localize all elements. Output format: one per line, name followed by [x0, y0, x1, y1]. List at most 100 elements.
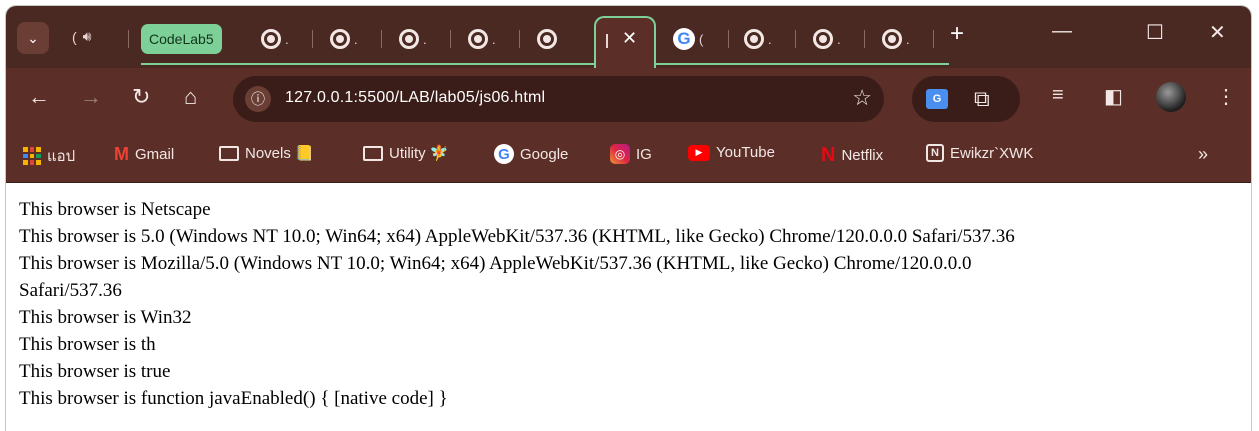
forward-icon[interactable]: → [80, 84, 102, 110]
translate-icon[interactable]: G [926, 89, 948, 109]
output-line: This browser is Win32 [19, 307, 192, 328]
instagram-icon: ◎ [610, 144, 630, 164]
tab-separator [519, 30, 520, 48]
bookmark-label: Google [520, 145, 569, 163]
tab-label: . [423, 31, 427, 47]
bookmark-ig[interactable]: ◎ IG [610, 144, 652, 164]
tab-active[interactable]: ✕ [594, 16, 656, 70]
output-line: This browser is true [19, 361, 171, 382]
bookmark-label: Utility 🧚 [389, 145, 449, 162]
bookmark-label: แอป [47, 148, 76, 165]
bookmark-notion[interactable]: N Ewikzr`XWK [926, 144, 1033, 162]
url-text[interactable]: 127.0.0.1:5500/LAB/lab05/js06.html [285, 89, 545, 107]
reload-icon[interactable]: ↻ [132, 84, 150, 110]
tab-separator [728, 30, 729, 48]
tab-group-chip[interactable]: CodeLab5 [141, 24, 222, 54]
apps-icon [23, 147, 41, 165]
netflix-icon: N [821, 144, 836, 166]
new-tab-button[interactable]: + [950, 20, 964, 48]
tab-separator [795, 30, 796, 48]
bookmark-label: YouTube [716, 144, 775, 161]
tab-item[interactable]: . [468, 26, 496, 52]
site-info-icon[interactable]: ⓘ [245, 86, 271, 112]
bookmark-folder-novels[interactable]: Novels 📒 [219, 144, 314, 162]
extensions-puzzle-icon[interactable]: ⧉ [974, 86, 990, 112]
audio-tab-label: ( [72, 28, 77, 45]
tab-separator [381, 30, 382, 48]
bookmark-google[interactable]: G Google [494, 144, 568, 164]
maximize-button[interactable]: ☐ [1146, 20, 1164, 45]
notion-icon: N [926, 144, 944, 162]
globe-icon [330, 29, 350, 49]
close-window-button[interactable]: ✕ [1209, 20, 1226, 45]
tab-item[interactable]: . [882, 26, 910, 52]
globe-icon [399, 29, 419, 49]
tab-favicon-placeholder [606, 34, 608, 48]
side-panel-icon[interactable]: ◧ [1104, 84, 1123, 109]
bookmarks-bar: แอป M Gmail Novels 📒 Utility 🧚 G Google … [6, 130, 1251, 183]
globe-icon [813, 29, 833, 49]
globe-icon [537, 29, 557, 49]
bookmark-netflix[interactable]: N Netflix [821, 144, 883, 167]
globe-icon [468, 29, 488, 49]
bookmark-star-icon[interactable]: ☆ [852, 85, 872, 111]
tab-separator [864, 30, 865, 48]
home-icon[interactable]: ⌂ [184, 84, 197, 110]
tab-item[interactable] [537, 26, 557, 52]
extensions-area: G ⧉ [912, 76, 1020, 122]
address-bar[interactable]: ⓘ 127.0.0.1:5500/LAB/lab05/js06.html ☆ [233, 76, 884, 122]
back-icon[interactable]: ← [28, 84, 50, 110]
minimize-button[interactable]: — [1052, 20, 1072, 43]
bookmark-youtube[interactable]: ▶ YouTube [688, 144, 775, 161]
profile-avatar[interactable] [1156, 82, 1186, 112]
tab-group-underline [141, 63, 949, 65]
tab-item[interactable]: . [813, 26, 841, 52]
output-line: This browser is function javaEnabled() {… [19, 388, 448, 409]
reading-list-icon[interactable]: ≡ [1052, 84, 1064, 107]
bookmark-label: IG [636, 145, 652, 163]
tab-separator [450, 30, 451, 48]
bookmark-apps[interactable]: แอป [23, 144, 75, 168]
bookmark-label: Gmail [135, 146, 175, 163]
bookmark-label: Novels 📒 [245, 145, 314, 162]
bookmark-folder-utility[interactable]: Utility 🧚 [363, 144, 449, 162]
tab-label: . [768, 31, 772, 47]
more-bookmarks-button[interactable]: » [1198, 144, 1208, 165]
tab-label: . [906, 31, 910, 47]
output-line: Safari/537.36 [19, 280, 122, 301]
tab-search-button[interactable]: ⌄ [17, 22, 49, 54]
menu-kebab-icon[interactable]: ⋮ [1216, 84, 1236, 109]
bookmark-gmail[interactable]: M Gmail [114, 144, 174, 165]
youtube-icon: ▶ [688, 144, 710, 161]
navigation-toolbar: ← → ↻ ⌂ ⓘ 127.0.0.1:5500/LAB/lab05/js06.… [6, 68, 1251, 130]
tab-strip: ⌄ ( 🔊︎ CodeLab5 . . . . ✕ G (. . . + — … [6, 6, 1251, 70]
tab-label: ( [699, 31, 704, 47]
tab-item[interactable]: . [261, 26, 289, 52]
globe-icon [261, 29, 281, 49]
globe-icon [744, 29, 764, 49]
tab-label: . [837, 31, 841, 47]
google-icon: G [494, 144, 514, 164]
output-line: This browser is Netscape [19, 199, 211, 220]
tab-label: . [354, 31, 358, 47]
tab-label: . [492, 31, 496, 47]
tab-separator [933, 30, 934, 48]
output-line: This browser is th [19, 334, 156, 355]
output-line: This browser is 5.0 (Windows NT 10.0; Wi… [19, 226, 1015, 247]
gmail-icon: M [114, 144, 129, 164]
tab-separator [128, 30, 129, 48]
close-tab-icon[interactable]: ✕ [622, 28, 637, 49]
tab-item[interactable]: . [330, 26, 358, 52]
tab-item[interactable]: . [744, 26, 772, 52]
browser-window: ⌄ ( 🔊︎ CodeLab5 . . . . ✕ G (. . . + — … [6, 6, 1251, 431]
tab-audio[interactable]: ( 🔊︎ [72, 28, 92, 45]
tab-item[interactable]: . [399, 26, 427, 52]
speaker-icon: 🔊︎ [82, 28, 92, 44]
chevron-down-icon: ⌄ [27, 29, 39, 46]
folder-icon [363, 145, 383, 161]
bookmark-label: Netflix [841, 147, 884, 164]
tab-google[interactable]: G ( [673, 26, 703, 52]
globe-icon [882, 29, 902, 49]
google-icon: G [673, 28, 695, 50]
tab-label: . [285, 31, 289, 47]
